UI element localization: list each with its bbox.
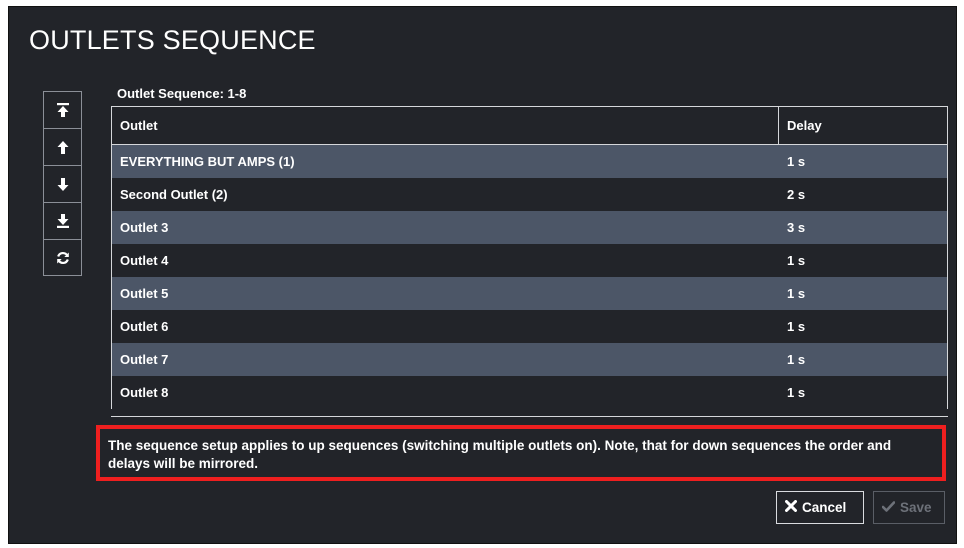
table-row[interactable]: Outlet 7 1 s [112, 343, 947, 376]
outlet-delay: 1 s [787, 319, 806, 334]
table-row[interactable]: Outlet 4 1 s [112, 244, 947, 277]
outlet-name: Outlet 7 [120, 352, 169, 367]
move-up-button[interactable] [44, 129, 81, 166]
outlet-delay: 3 s [787, 220, 806, 235]
outlet-name: Outlet 6 [120, 319, 169, 334]
outlet-delay: 1 s [787, 286, 806, 301]
column-header-delay: Delay [787, 118, 822, 133]
move-to-top-button[interactable] [44, 92, 81, 129]
reorder-toolbar [43, 91, 82, 276]
move-to-bottom-icon [56, 213, 70, 229]
outlet-delay: 1 s [787, 352, 806, 367]
table-row[interactable]: Second Outlet (2) 2 s [112, 178, 947, 211]
outlets-sequence-dialog: OUTLETS SEQUENCE Outlet Sequence: 1-8 Ou… [8, 6, 957, 544]
table-row[interactable]: Outlet 8 1 s [112, 376, 947, 409]
outlet-sequence-table: Outlet Delay EVERYTHING BUT AMPS (1) 1 s… [111, 106, 948, 409]
table-row[interactable]: Outlet 3 3 s [112, 211, 947, 244]
table-row[interactable]: Outlet 5 1 s [112, 277, 947, 310]
table-row[interactable]: EVERYTHING BUT AMPS (1) 1 s [112, 145, 947, 178]
outlet-name: Outlet 4 [120, 253, 169, 268]
refresh-icon [56, 251, 70, 265]
table-bottom-border [111, 416, 948, 417]
outlet-name: Outlet 8 [120, 385, 169, 400]
save-button[interactable]: Save [873, 491, 945, 524]
table-row[interactable]: Outlet 6 1 s [112, 310, 947, 343]
outlet-name: EVERYTHING BUT AMPS (1) [120, 154, 295, 169]
move-down-button[interactable] [44, 166, 81, 203]
outlet-sequence-label: Outlet Sequence: 1-8 [117, 86, 247, 101]
check-icon [881, 500, 896, 515]
outlet-name: Second Outlet (2) [120, 187, 228, 202]
move-up-icon [57, 140, 69, 155]
close-icon [785, 500, 797, 515]
outlet-delay: 1 s [787, 154, 806, 169]
outlet-delay: 2 s [787, 187, 806, 202]
save-label: Save [900, 500, 932, 515]
column-header-outlet: Outlet [112, 107, 779, 144]
outlet-delay: 1 s [787, 253, 806, 268]
cancel-label: Cancel [802, 500, 847, 515]
cancel-button[interactable]: Cancel [776, 491, 864, 524]
outlet-name: Outlet 3 [120, 220, 169, 235]
move-to-top-icon [56, 102, 70, 118]
outlet-delay: 1 s [787, 385, 806, 400]
outlet-name: Outlet 5 [120, 286, 169, 301]
move-to-bottom-button[interactable] [44, 203, 81, 240]
sequence-info-note: The sequence setup applies to up sequenc… [96, 425, 946, 481]
move-down-icon [57, 177, 69, 192]
table-header: Outlet Delay [112, 107, 947, 145]
refresh-button[interactable] [44, 240, 81, 275]
dialog-title: OUTLETS SEQUENCE [29, 25, 316, 55]
